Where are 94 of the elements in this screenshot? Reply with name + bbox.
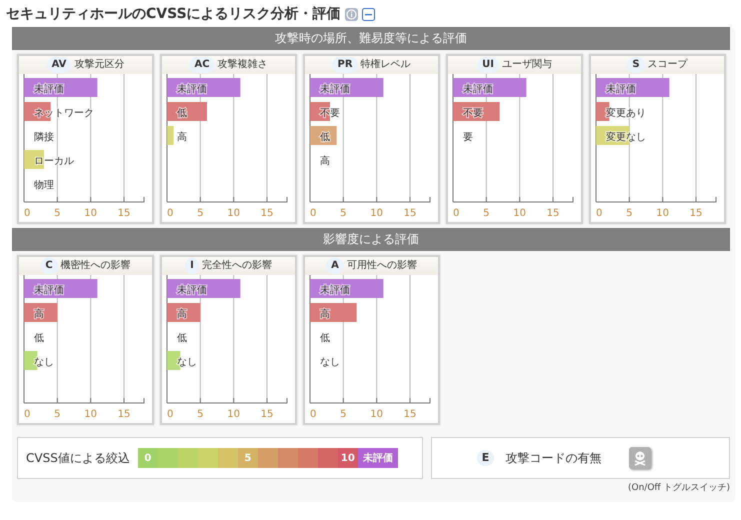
scale-step[interactable]: 10 — [338, 448, 358, 468]
tick-label: 15 — [118, 208, 130, 219]
category-label: ローカル — [34, 156, 74, 167]
info-icon — [344, 8, 358, 21]
tick-label: 5 — [626, 208, 633, 219]
tick-label: 15 — [260, 208, 274, 219]
category-label: 未評価 — [463, 84, 493, 95]
category-label: 要 — [463, 132, 473, 143]
metric-code: PR — [332, 57, 358, 73]
tick-label: 5 — [54, 409, 61, 420]
collapse-icon[interactable] — [362, 8, 375, 21]
category-label: 低 — [177, 333, 187, 344]
category-label: 未評価 — [177, 84, 207, 95]
category-label: 不要 — [320, 108, 340, 119]
scale-step[interactable] — [178, 448, 198, 468]
category-label: 高 — [34, 309, 44, 320]
scale-step[interactable] — [158, 448, 178, 468]
category-label: 物理 — [34, 180, 54, 191]
tick-label: 5 — [340, 208, 347, 219]
scale-step[interactable]: 5 — [238, 448, 258, 468]
metric-code: I — [185, 258, 199, 274]
metric-name: スコープ — [648, 59, 688, 70]
tick-label: 10 — [513, 208, 526, 219]
scale-step[interactable] — [278, 448, 298, 468]
metric-name: 機密性への影響 — [60, 260, 131, 271]
tick-label: 0 — [453, 208, 460, 219]
metric-code: AV — [46, 57, 72, 73]
tick-label: 10 — [84, 409, 98, 420]
tick-label: 0 — [24, 208, 30, 219]
page-title: セキュリティホールのCVSSによるリスク分析・評価 — [6, 5, 341, 24]
metric-name: 完全性への影響 — [202, 260, 272, 271]
metric-name: 可用性への影響 — [346, 260, 417, 271]
scale-step[interactable] — [318, 448, 338, 468]
tick-label: 15 — [690, 208, 702, 219]
tick-label: 0 — [310, 409, 316, 420]
scale-step[interactable] — [298, 448, 318, 468]
tick-label: 10 — [370, 409, 384, 420]
tick-label: 5 — [483, 208, 490, 219]
tick-label: 10 — [370, 208, 384, 219]
metric-name: ユーザ関与 — [502, 59, 552, 70]
tick-label: 10 — [227, 208, 240, 219]
category-label: 未評価 — [606, 84, 636, 95]
metric-code: S — [627, 57, 645, 73]
tick-label: 15 — [546, 208, 560, 219]
metric-code: UI — [477, 57, 499, 73]
tick-label: 0 — [310, 208, 316, 219]
tick-label: 10 — [656, 208, 670, 219]
tick-label: 5 — [197, 409, 204, 420]
category-label: 高 — [320, 309, 330, 320]
category-label: 高 — [177, 309, 187, 320]
category-label: 高 — [177, 132, 187, 143]
category-label: 不要 — [463, 108, 483, 119]
section-header: 攻撃時の場所、難易度等による評価 — [12, 27, 730, 50]
toggle-note: (On/Off トグルスイッチ) — [627, 482, 730, 495]
metric-name: 特権レベル — [360, 59, 411, 70]
tick-label: 0 — [24, 409, 30, 420]
metric-code: AC — [189, 57, 215, 73]
category-label: 低 — [177, 108, 187, 119]
metric-code: E — [476, 450, 494, 466]
category-label: 未評価 — [177, 285, 207, 296]
tick-label: 10 — [84, 208, 98, 219]
tick-label: 15 — [404, 409, 416, 420]
category-label: 未評価 — [320, 285, 350, 296]
category-label: 低 — [320, 132, 330, 143]
tick-label: 15 — [404, 208, 416, 219]
section-header: 影響度による評価 — [12, 228, 730, 251]
tick-label: 5 — [54, 208, 61, 219]
tick-label: 0 — [596, 208, 602, 219]
tick-label: 0 — [167, 409, 174, 420]
skull-toggle-icon[interactable] — [629, 447, 652, 469]
tick-label: 10 — [227, 409, 240, 420]
tick-label: 5 — [340, 409, 347, 420]
category-label: なし — [320, 357, 340, 368]
category-label: 未評価 — [320, 84, 350, 95]
filter-label: CVSS値による絞込 — [26, 450, 130, 467]
scale-step[interactable] — [218, 448, 238, 468]
category-label: 低 — [320, 333, 330, 344]
scale-step[interactable] — [258, 448, 278, 468]
metric-code: C — [40, 258, 58, 274]
category-label: 未評価 — [34, 285, 64, 296]
category-label: 低 — [34, 333, 44, 344]
category-label: 高 — [320, 156, 330, 167]
metric-code: A — [326, 258, 344, 274]
tick-label: 15 — [260, 409, 274, 420]
tick-label: 15 — [118, 409, 130, 420]
category-label: 未評価 — [34, 84, 64, 95]
exploit-label: 攻撃コードの有無 — [505, 450, 602, 467]
category-label: 隣接 — [34, 132, 54, 143]
scale-step[interactable]: 未評価 — [358, 448, 398, 468]
tick-label: 0 — [167, 208, 174, 219]
tick-label: 5 — [197, 208, 204, 219]
metric-name: 攻撃複雑さ — [218, 59, 268, 70]
scale-step[interactable] — [198, 448, 218, 468]
metric-name: 攻撃元区分 — [74, 59, 124, 70]
